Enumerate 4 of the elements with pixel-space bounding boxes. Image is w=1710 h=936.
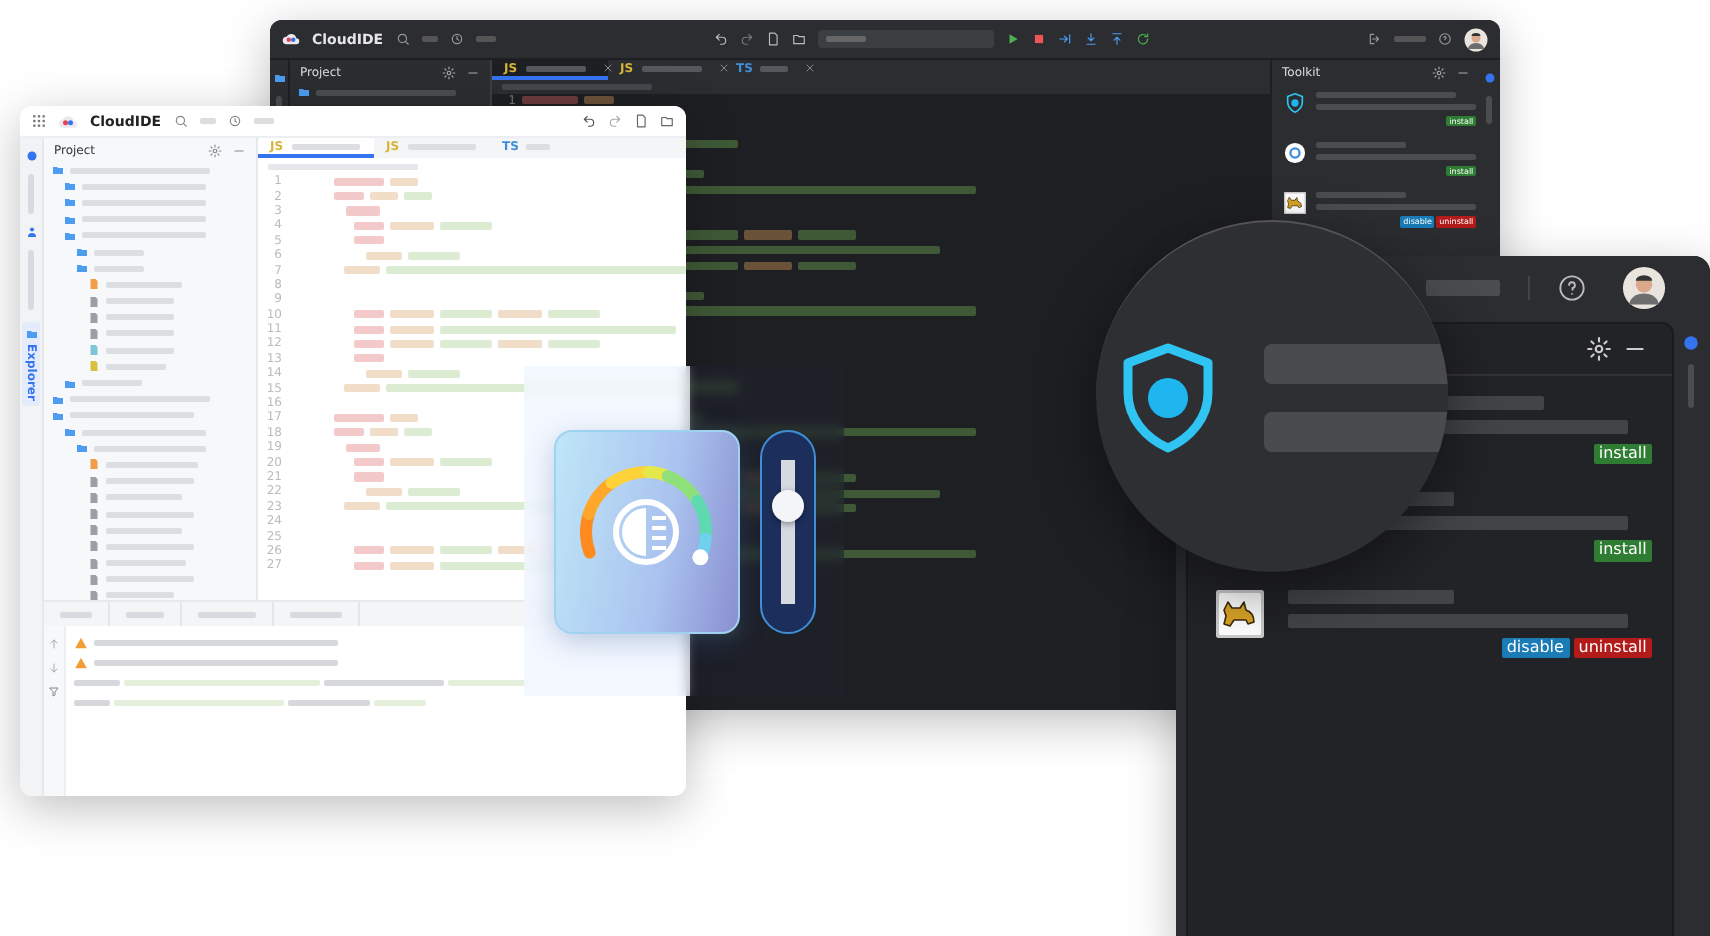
plugin-action-button[interactable]: uninstall [1573,637,1652,659]
plugin-action-button[interactable]: install [1593,540,1652,562]
plugin-action-button[interactable]: disable [1501,637,1570,659]
plugin-action-button[interactable]: install [1593,444,1652,465]
